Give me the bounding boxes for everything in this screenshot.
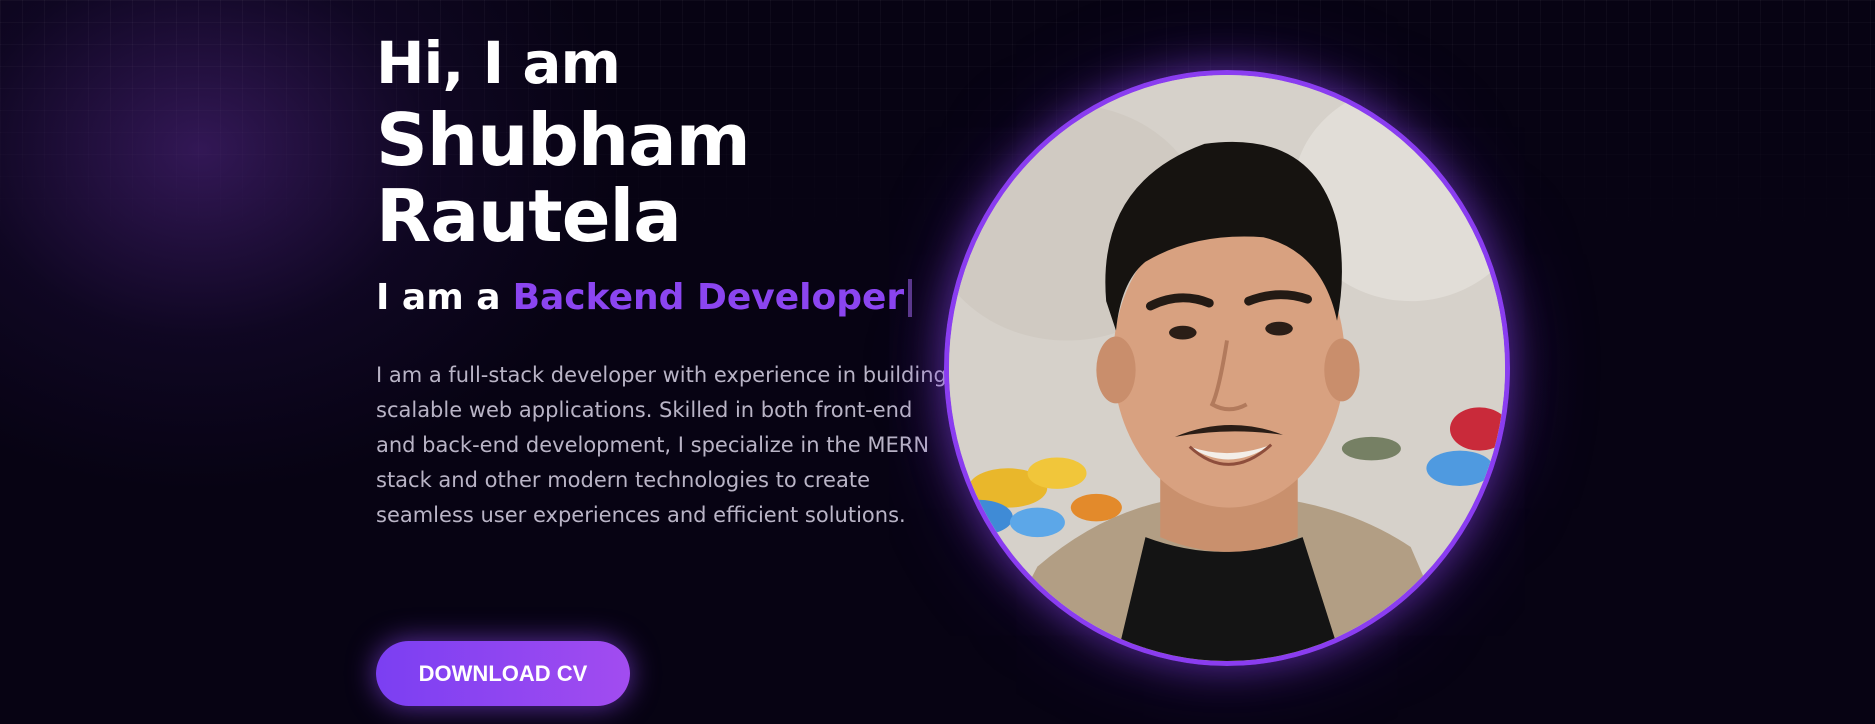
role-highlight: Backend Developer — [512, 277, 905, 318]
profile-photo-illustration — [949, 75, 1505, 661]
hero-greeting: Hi, I am — [376, 29, 621, 97]
typing-cursor — [908, 279, 913, 317]
hero-text-block: Hi, I am Shubham Rautela I am a Backend … — [376, 28, 956, 533]
hero-bio: I am a full-stack developer with experie… — [376, 363, 947, 527]
profile-photo — [944, 70, 1510, 666]
download-cv-button[interactable]: DOWNLOAD CV — [376, 641, 630, 706]
role-prefix: I am a — [376, 277, 501, 318]
hero-name: Shubham Rautela — [376, 98, 751, 258]
hero-role: I am a Backend Developer — [376, 276, 956, 320]
